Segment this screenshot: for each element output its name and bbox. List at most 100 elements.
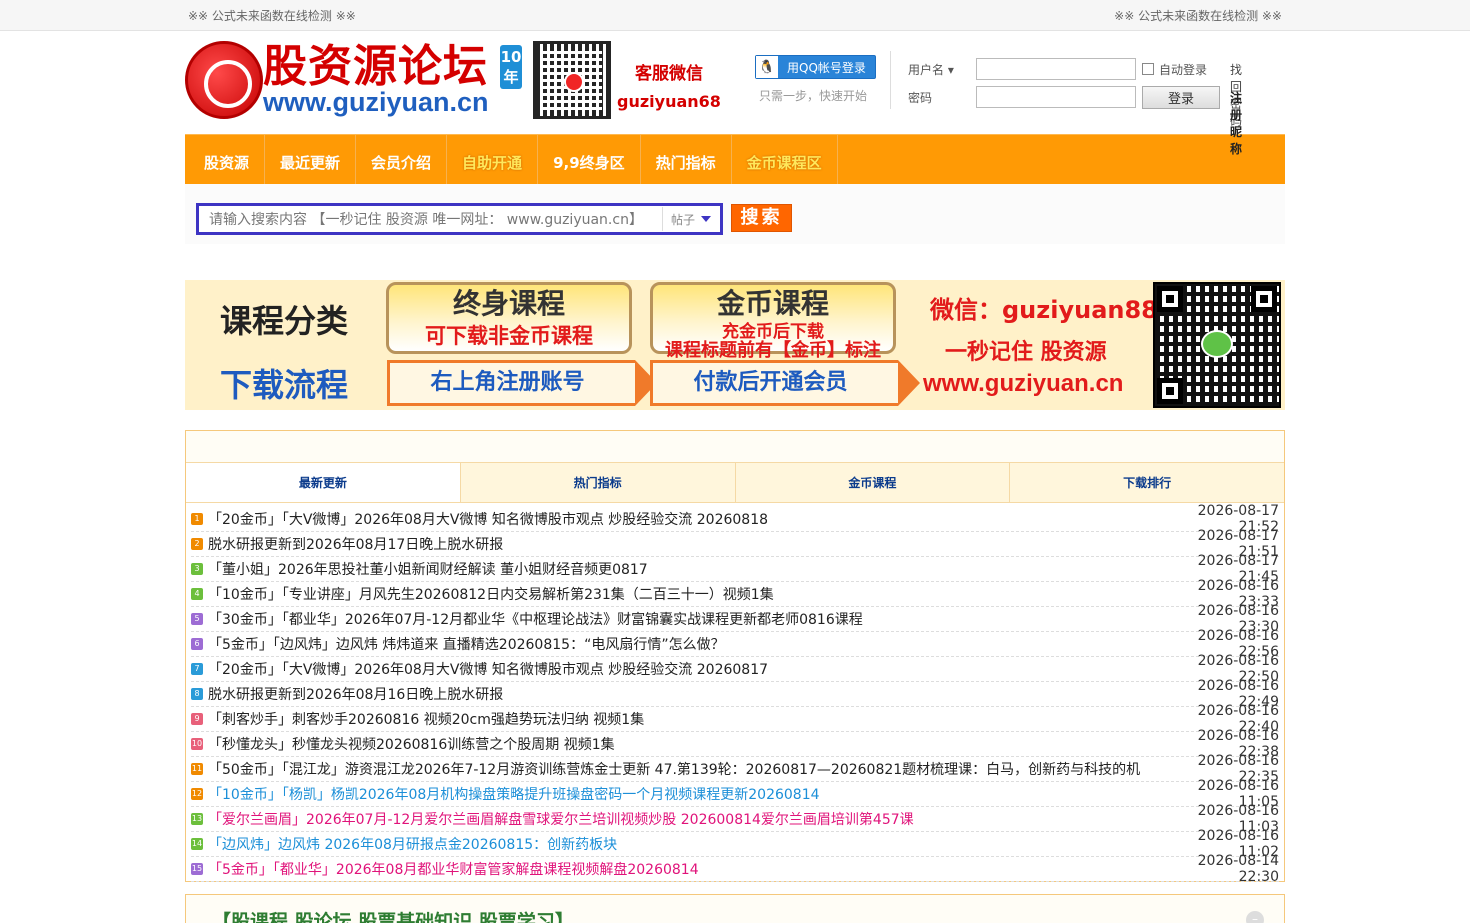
wechat-qr-code — [1153, 282, 1281, 408]
site-logo[interactable]: 股资源论坛 www.guziyuan.cn 10年 — [185, 41, 525, 125]
list-item[interactable]: 8 脱水研报更新到2026年08月16日晚上脱水研报 2026-08-16 22:4… — [191, 678, 1279, 710]
chevron-down-icon — [701, 216, 712, 222]
collapse-icon[interactable]: – — [1246, 911, 1264, 923]
qq-login-label: 用QQ帐号登录 — [787, 60, 866, 75]
thread-title-link[interactable]: 脱水研报更新到2026年08月16日晚上脱水研报 — [208, 684, 1159, 704]
banner-step-pay: 付款后开通会员 — [650, 360, 920, 406]
thread-title-link[interactable]: 「50金币」「混江龙」游资混江龙2026年7-12月游资训练营炼金士更新 47.… — [208, 759, 1159, 779]
panel-tabs: 最新更新 热门指标 金币课程 下载排行 — [186, 463, 1284, 503]
bull-logo-icon — [185, 41, 263, 119]
nav-item-hot-indicators[interactable]: 热门指标 — [641, 134, 732, 185]
anniversary-badge: 10年 — [500, 45, 522, 89]
nav-item-gold-courses[interactable]: 金币课程区 — [732, 134, 838, 185]
search-input[interactable]: 请输入搜索内容 【一秒记住 股资源 唯一网址： www.guziyuan.cn】 — [199, 209, 662, 229]
qq-login-box: 🐧 用QQ帐号登录 只需一步，快速开始 — [755, 55, 876, 104]
thread-title-link[interactable]: 「20金币」「大V微博」2026年08月大V微博 知名微博股市观点 炒股经验交流… — [208, 659, 1159, 679]
thread-list: 1 「20金币」「大V微博」2026年08月大V微博 知名微博股市观点 炒股经验交… — [186, 503, 1284, 885]
qq-login-tip: 只需一步，快速开始 — [759, 89, 868, 103]
top-notice-left: ※※ 公式未来函数在线检测 ※※ — [188, 8, 356, 23]
thread-time: 2026-08-14 22:30 — [1197, 853, 1279, 885]
thread-title-link[interactable]: 「边风炜」边风炜 2026年08月研报点金20260815：创新药板块 — [208, 834, 1159, 854]
rank-number-icon: 13 — [191, 813, 203, 825]
rank-number-icon: 10 — [191, 738, 203, 750]
nav-item-recent[interactable]: 最近更新 — [265, 134, 357, 185]
thread-title-link[interactable]: 「秒懂龙头」秒懂龙头视频20260816训练营之个股周期 视频1集 — [208, 734, 1159, 754]
qq-penguin-icon: 🐧 — [756, 56, 778, 78]
banner-gold-course: 金币课程 充金币后下载 课程标题前有【金币】标注 — [650, 282, 896, 361]
banner-download-flow: 下载流程 — [220, 366, 349, 404]
service-qr-code — [533, 41, 611, 119]
list-item[interactable]: 10 「秒懂龙头」秒懂龙头视频20260816训练营之个股周期 视频1集 2026-… — [191, 728, 1279, 760]
nav-item-self-activate[interactable]: 自助开通 — [447, 134, 539, 185]
rank-number-icon: 14 — [191, 838, 203, 850]
thread-title-link[interactable]: 「5金币」「都业华」2026年08月都业华财富管家解盘课程视频解盘2026081… — [208, 859, 1159, 879]
section-title-bar: 【股课程 股论坛 股票基础知识 股票学习】 – — [185, 894, 1285, 923]
list-item[interactable]: 14 「边风炜」边风炜 2026年08月研报点金20260815：创新药板块 202… — [191, 828, 1279, 860]
login-form: 用户名 ▾ 自动登录 密码 登录 找回密码 注册昵称 — [908, 55, 1242, 156]
list-item[interactable]: 3 「董小姐」2026年思投社董小姐新闻财经解读 董小姐财经音频更0817 2026… — [191, 553, 1279, 585]
logo-url: www.guziyuan.cn — [263, 87, 489, 117]
username-input[interactable] — [976, 58, 1136, 80]
list-item[interactable]: 9 「刺客炒手」刺客炒手20260816 视频20cm强趋势玩法归纳 视频1集 20… — [191, 703, 1279, 735]
password-label: 密码 — [908, 90, 933, 105]
thread-title-link[interactable]: 「20金币」「大V微博」2026年08月大V微博 知名微博股市观点 炒股经验交流… — [208, 509, 1159, 529]
promo-banner[interactable]: 课程分类 下载流程 终身课程 可下载非金币课程 金币课程 充金币后下载 课程标题… — [185, 280, 1285, 410]
rank-number-icon: 15 — [191, 863, 203, 875]
login-button[interactable]: 登录 — [1142, 85, 1220, 109]
rank-number-icon: 9 — [191, 713, 203, 725]
banner-slogan: 一秒记住 股资源 — [945, 340, 1107, 365]
password-input[interactable] — [976, 86, 1136, 108]
list-item[interactable]: 1 「20金币」「大V微博」2026年08月大V微博 知名微博股市观点 炒股经验交… — [191, 503, 1279, 535]
thread-title-link[interactable]: 「刺客炒手」刺客炒手20260816 视频20cm强趋势玩法归纳 视频1集 — [208, 709, 1159, 729]
rank-number-icon: 4 — [191, 588, 203, 600]
list-item[interactable]: 11 「50金币」「混江龙」游资混江龙2026年7-12月游资训练营炼金士更新 4… — [191, 753, 1279, 785]
panel-header — [186, 431, 1284, 463]
tab-latest[interactable]: 最新更新 — [186, 463, 460, 502]
list-item[interactable]: 12 「10金币」「杨凯」杨凯2026年08月机构操盘策略提升班操盘密码一个月视频… — [191, 778, 1279, 810]
site-header: 股资源论坛 www.guziyuan.cn 10年 客服微信 guziyuan6… — [185, 31, 1285, 156]
rank-number-icon: 6 — [191, 638, 203, 650]
rank-number-icon: 5 — [191, 613, 203, 625]
rank-number-icon: 12 — [191, 788, 203, 800]
nav-item-lifetime[interactable]: 9,9终身区 — [538, 134, 641, 185]
banner-step-register: 右上角注册账号 — [387, 360, 657, 406]
rank-number-icon: 7 — [191, 663, 203, 675]
list-item[interactable]: 7 「20金币」「大V微博」2026年08月大V微博 知名微博股市观点 炒股经验交… — [191, 653, 1279, 685]
thread-title-link[interactable]: 「10金币」「杨凯」杨凯2026年08月机构操盘策略提升班操盘密码一个月视频课程… — [208, 784, 1159, 804]
logo-title: 股资源论坛 — [263, 41, 488, 92]
rank-number-icon: 3 — [191, 563, 203, 575]
search-field[interactable]: 请输入搜索内容 【一秒记住 股资源 唯一网址： www.guziyuan.cn】… — [196, 203, 723, 235]
search-type-select[interactable]: 帖子 — [662, 207, 720, 231]
thread-title-link[interactable]: 「爱尔兰画眉」2026年07月-12月爱尔兰画眉解盘雪球爱尔兰培训视频炒股 20… — [208, 809, 1159, 829]
nav-item-membership[interactable]: 会员介绍 — [356, 134, 448, 185]
tab-hot-indicators[interactable]: 热门指标 — [459, 463, 735, 502]
register-link[interactable]: 注册昵称 — [1230, 89, 1242, 157]
username-label[interactable]: 用户名 ▾ — [908, 61, 976, 78]
thread-title-link[interactable]: 「10金币」「专业讲座」月风先生20260812日内交易解析第231集（二百三十… — [208, 584, 1159, 604]
tab-download-ranking[interactable]: 下载排行 — [1009, 463, 1284, 502]
list-item[interactable]: 2 脱水研报更新到2026年08月17日晚上脱水研报 2026-08-17 21:5… — [191, 528, 1279, 560]
search-bar: 请输入搜索内容 【一秒记住 股资源 唯一网址： www.guziyuan.cn】… — [185, 184, 1285, 244]
tab-gold-courses[interactable]: 金币课程 — [734, 463, 1010, 502]
search-button[interactable]: 搜索 — [731, 204, 792, 232]
list-item[interactable]: 15 「5金币」「都业华」2026年08月都业华财富管家解盘课程视频解盘20260… — [191, 853, 1279, 885]
thread-title-link[interactable]: 「董小姐」2026年思投社董小姐新闻财经解读 董小姐财经音频更0817 — [208, 559, 1159, 579]
thread-title-link[interactable]: 脱水研报更新到2026年08月17日晚上脱水研报 — [208, 534, 1159, 554]
list-item[interactable]: 13 「爱尔兰画眉」2026年07月-12月爱尔兰画眉解盘雪球爱尔兰培训视频炒股 … — [191, 803, 1279, 835]
list-item[interactable]: 5 「30金币」「都业华」2026年07月-12月都业华《中枢理论战法》财富锦囊实… — [191, 603, 1279, 635]
rank-number-icon: 2 — [191, 538, 203, 550]
list-item[interactable]: 4 「10金币」「专业讲座」月风先生20260812日内交易解析第231集（二百三… — [191, 578, 1279, 610]
qq-login-button[interactable]: 🐧 用QQ帐号登录 — [755, 55, 876, 79]
rank-number-icon: 8 — [191, 688, 203, 700]
list-item[interactable]: 6 「5金币」「边风炜」边风炜 炜炜道来 直播精选20260815：“电风扇行情”… — [191, 628, 1279, 660]
nav-item-guziyuan[interactable]: 股资源 — [189, 134, 266, 185]
thread-title-link[interactable]: 「5金币」「边风炜」边风炜 炜炜道来 直播精选20260815：“电风扇行情”怎… — [208, 634, 1159, 654]
banner-course-category: 课程分类 — [220, 302, 349, 340]
banner-url: www.guziyuan.cn — [923, 370, 1124, 397]
thread-title-link[interactable]: 「30金币」「都业华」2026年07月-12月都业华《中枢理论战法》财富锦囊实战… — [208, 609, 1159, 629]
rank-number-icon: 1 — [191, 513, 203, 525]
service-title: 客服微信 — [634, 64, 703, 84]
auto-login-checkbox[interactable]: 自动登录 — [1142, 61, 1207, 78]
customer-service: 客服微信 guziyuan68 — [617, 59, 721, 111]
rank-number-icon: 11 — [191, 763, 203, 775]
